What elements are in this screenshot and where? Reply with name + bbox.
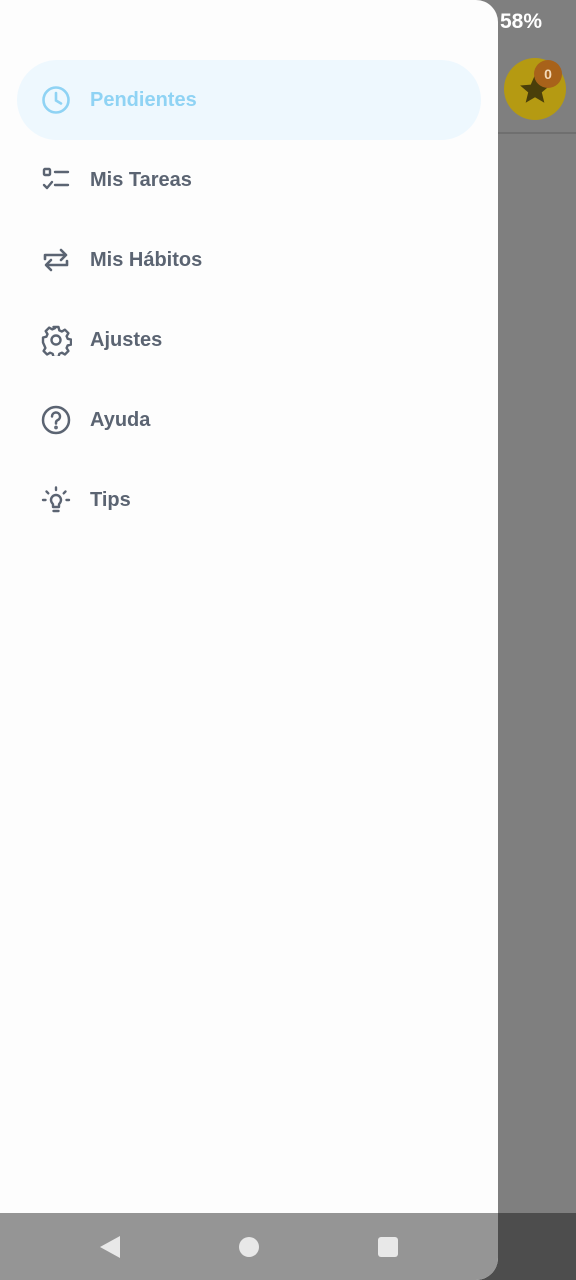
drawer-item-ayuda[interactable]: Ayuda xyxy=(0,380,498,460)
gear-icon xyxy=(40,324,72,356)
recent-apps-icon[interactable] xyxy=(378,1236,399,1257)
clock-icon xyxy=(40,84,72,116)
drawer-item-mis-habitos[interactable]: Mis Hábitos xyxy=(0,220,498,300)
drawer-item-label: Mis Hábitos xyxy=(90,248,203,271)
repeat-icon xyxy=(40,244,72,276)
drawer-menu: Pendientes Mis Tareas Mis Hábitos Ajuste… xyxy=(0,60,498,540)
drawer-item-mis-tareas[interactable]: Mis Tareas xyxy=(0,140,498,220)
points-count-badge: 0 xyxy=(534,60,562,88)
navigation-drawer: Pendientes Mis Tareas Mis Hábitos Ajuste… xyxy=(0,0,498,1280)
drawer-item-label: Mis Tareas xyxy=(90,168,192,191)
drawer-item-pendientes[interactable]: Pendientes xyxy=(17,60,481,140)
drawer-item-tips[interactable]: Tips xyxy=(0,460,498,540)
drawer-item-label: Ayuda xyxy=(90,408,151,431)
drawer-system-nav xyxy=(0,1213,498,1280)
drawer-item-label: Ajustes xyxy=(90,328,163,351)
drawer-item-label: Tips xyxy=(90,488,131,511)
checklist-icon xyxy=(40,164,72,196)
drawer-item-ajustes[interactable]: Ajustes xyxy=(0,300,498,380)
battery-level: 58% xyxy=(499,10,542,33)
drawer-item-label: Pendientes xyxy=(90,88,197,111)
back-icon[interactable] xyxy=(99,1235,120,1258)
lightbulb-icon xyxy=(40,484,72,516)
help-icon xyxy=(40,404,72,436)
home-icon[interactable] xyxy=(238,1236,259,1257)
